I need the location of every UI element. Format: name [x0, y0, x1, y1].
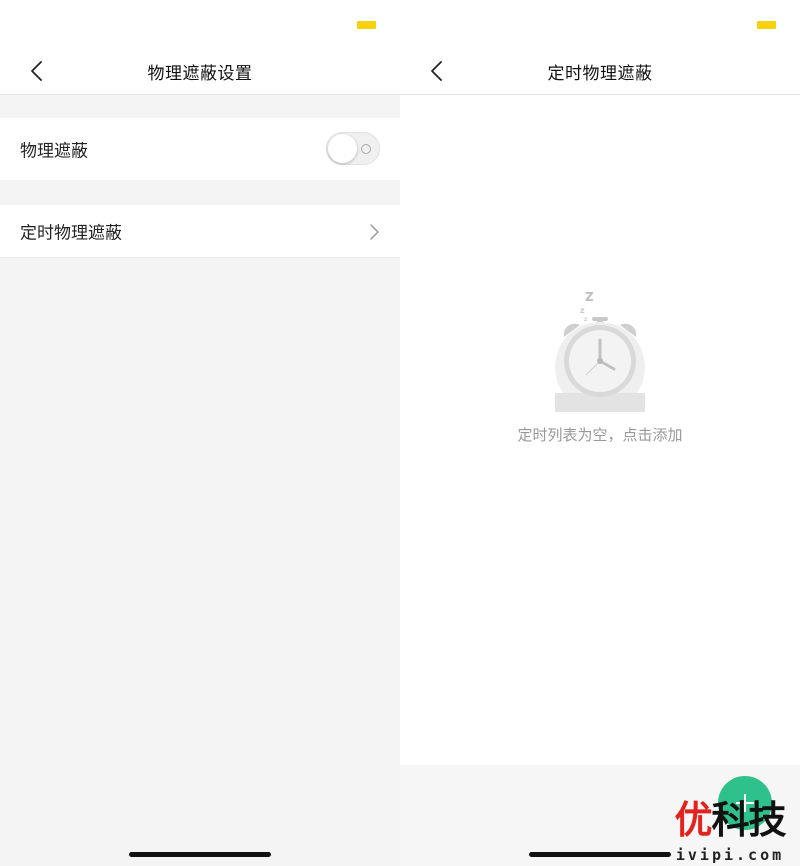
status-bar [400, 0, 800, 46]
toggle-knob [328, 134, 357, 163]
svg-text:Z: Z [585, 290, 594, 304]
physical-shield-label: 物理遮蔽 [20, 141, 88, 162]
battery-icon [757, 21, 776, 29]
timed-shield-screen: 定时物理遮蔽 Z z z 定时列表为空，点击添加 优科技 ivipi.com [400, 0, 800, 866]
physical-shield-toggle[interactable] [326, 132, 380, 165]
watermark-red: 优 [674, 798, 712, 842]
svg-text:z: z [584, 316, 588, 323]
page-title: 物理遮蔽设置 [147, 64, 253, 84]
nav-bar: 定时物理遮蔽 [400, 46, 800, 95]
battery-icon [357, 21, 376, 29]
watermark-sub: ivipi.com [675, 846, 785, 864]
svg-text:z: z [580, 306, 585, 315]
empty-state-text: 定时列表为空，点击添加 [517, 426, 683, 444]
home-indicator [129, 852, 271, 857]
home-indicator [529, 852, 671, 857]
timed-shield-label: 定时物理遮蔽 [20, 223, 122, 244]
chevron-right-icon [370, 224, 379, 240]
shield-settings-screen: 物理遮蔽设置 物理遮蔽 定时物理遮蔽 [0, 0, 400, 866]
page-title: 定时物理遮蔽 [547, 64, 653, 84]
timed-shield-row[interactable]: 定时物理遮蔽 [0, 205, 400, 258]
watermark-logo: 优科技 ivipi.com [666, 796, 794, 866]
nav-bar: 物理遮蔽设置 [0, 46, 400, 95]
watermark-main: 优科技 [666, 796, 794, 844]
alarm-clock-sleep-icon: Z z z [555, 290, 645, 412]
toggle-off-indicator-icon [361, 144, 371, 154]
status-bar [0, 0, 400, 46]
watermark-black: 科技 [711, 798, 787, 842]
physical-shield-row: 物理遮蔽 [0, 118, 400, 180]
